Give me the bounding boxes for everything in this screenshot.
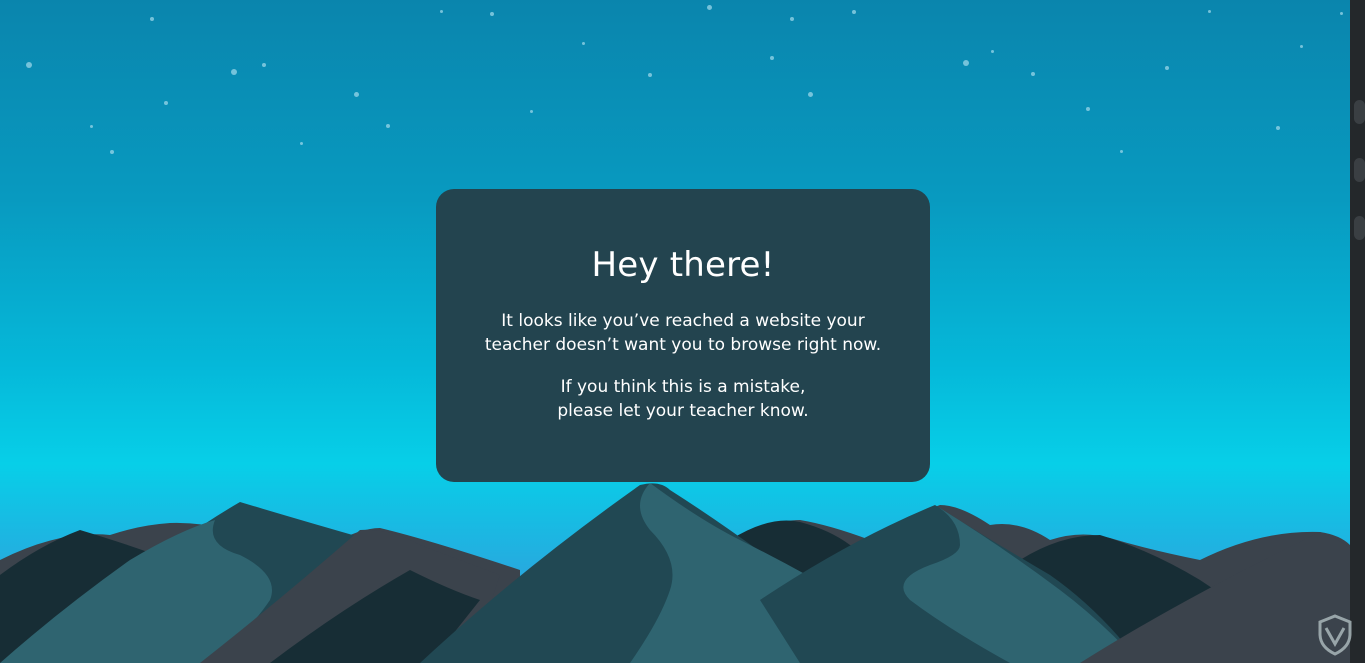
- mistake-message-line-2: please let your teacher know.: [557, 401, 809, 421]
- scrollbar-thumb[interactable]: [1354, 158, 1365, 182]
- scrollbar-thumb[interactable]: [1354, 100, 1365, 124]
- shield-logo-icon: [1318, 614, 1352, 656]
- blocked-message-line-1: It looks like you’ve reached a website y…: [501, 311, 865, 331]
- scrollbar-thumb[interactable]: [1354, 216, 1365, 240]
- card-title: Hey there!: [591, 245, 775, 285]
- mistake-message-line-1: If you think this is a mistake,: [560, 377, 806, 397]
- blocked-message-line-2: teacher doesn’t want you to browse right…: [484, 335, 882, 355]
- block-message-card: Hey there! It looks like you’ve reached …: [436, 189, 930, 482]
- block-page: Hey there! It looks like you’ve reached …: [0, 0, 1365, 663]
- vertical-scrollbar[interactable]: [1350, 0, 1365, 663]
